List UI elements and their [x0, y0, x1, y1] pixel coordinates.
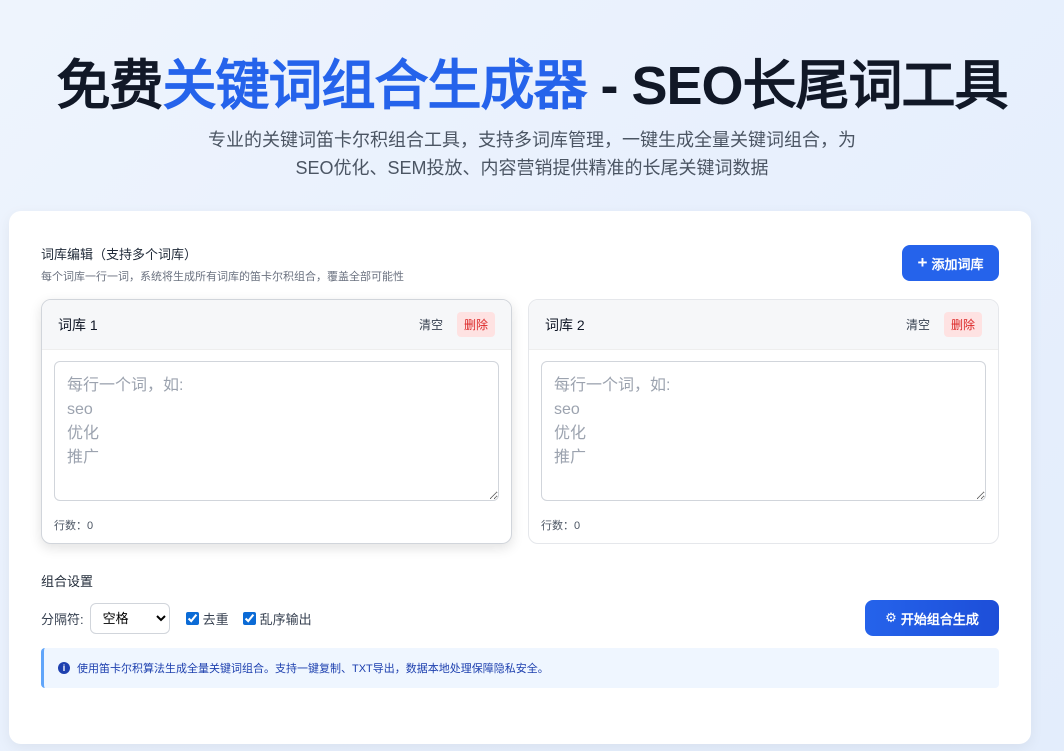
gear-icon: ⚙ — [885, 610, 897, 625]
shuffle-check[interactable] — [242, 612, 256, 625]
clear-button[interactable]: 清空 — [411, 312, 451, 337]
add-library-label: 添加词库 — [931, 256, 984, 272]
plus-icon: + — [917, 253, 928, 272]
separator-select[interactable]: 空格 — [89, 603, 170, 634]
library-textarea[interactable] — [541, 361, 986, 501]
library-textarea[interactable] — [54, 361, 499, 501]
generate-button[interactable]: ⚙ 开始组合生成 — [865, 600, 999, 636]
page-subtitle: 专业的关键词笛卡尔积组合工具，支持多词库管理，一键生成全量关键词组合，为SEO优… — [208, 130, 856, 178]
generate-label: 开始组合生成 — [900, 611, 979, 627]
library-name: 词库 1 — [58, 316, 98, 333]
separator-label: 分隔符: — [41, 612, 84, 627]
add-library-button[interactable]: + 添加词库 — [902, 245, 999, 281]
library-card: 词库 1 清空删除 行数：0 — [41, 299, 512, 544]
info-icon: i — [58, 662, 70, 674]
row-count: 行数：0 — [54, 520, 94, 532]
dedupe-checkbox[interactable]: 去重 — [185, 609, 229, 628]
info-text: 使用笛卡尔积算法生成全量关键词组合。支持一键复制、TXT导出，数据本地处理保障隐… — [77, 663, 549, 675]
title-post: - SEO长尾词工具 — [586, 56, 1008, 116]
editor-title: 词库编辑（支持多个词库） — [41, 247, 198, 262]
dedupe-check[interactable] — [185, 612, 199, 625]
title-highlight: 关键词组合生成器 — [162, 56, 587, 116]
dedupe-label: 去重 — [202, 612, 229, 627]
delete-button[interactable]: 删除 — [456, 312, 495, 337]
title-pre: 免费 — [56, 56, 163, 116]
clear-button[interactable]: 清空 — [898, 312, 938, 337]
page-title: 免费关键词组合生成器 - SEO长尾词工具 — [0, 54, 1064, 118]
library-name: 词库 2 — [545, 316, 585, 333]
row-count: 行数：0 — [541, 520, 581, 532]
library-card: 词库 2 清空删除 行数：0 — [528, 299, 999, 544]
settings-title: 组合设置 — [41, 574, 94, 589]
delete-button[interactable]: 删除 — [943, 312, 982, 337]
shuffle-label: 乱序输出 — [259, 612, 312, 627]
hero: 免费关键词组合生成器 - SEO长尾词工具 专业的关键词笛卡尔积组合工具，支持多… — [0, 0, 1064, 182]
info-banner: i 使用笛卡尔积算法生成全量关键词组合。支持一键复制、TXT导出，数据本地处理保障… — [41, 648, 999, 688]
shuffle-checkbox[interactable]: 乱序输出 — [242, 609, 312, 628]
main-card: 词库编辑（支持多个词库） 每个词库一行一词，系统将生成所有词库的笛卡尔积组合，覆… — [9, 211, 1031, 744]
settings-row: 分隔符: 空格 去重 乱序输出 — [41, 603, 326, 634]
editor-desc: 每个词库一行一词，系统将生成所有词库的笛卡尔积组合，覆盖全部可能性 — [41, 271, 404, 283]
